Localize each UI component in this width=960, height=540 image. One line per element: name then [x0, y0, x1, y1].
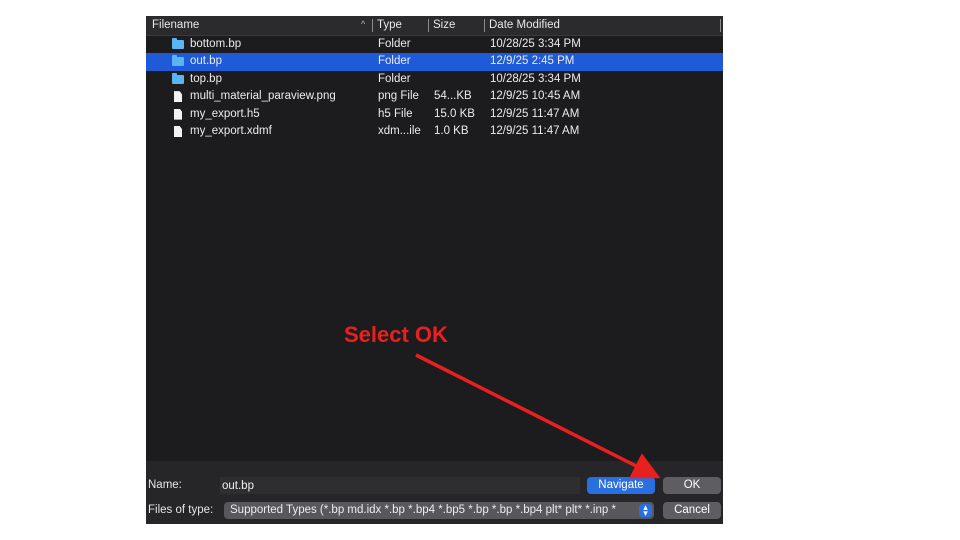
- folder-icon: [172, 55, 184, 67]
- column-header-size[interactable]: Size: [433, 19, 455, 31]
- file-size: 54...KB: [434, 90, 472, 103]
- file-icon: [172, 108, 184, 120]
- column-header-date-modified[interactable]: Date Modified: [489, 19, 560, 31]
- file-icon: [172, 91, 184, 103]
- file-dialog: Filename ^ Type Size Date Modified botto…: [146, 16, 723, 524]
- file-size: 15.0 KB: [434, 107, 475, 120]
- file-name: out.bp: [190, 55, 222, 68]
- file-name: my_export.h5: [190, 107, 260, 120]
- name-input[interactable]: [220, 477, 580, 494]
- column-divider[interactable]: [484, 19, 485, 32]
- file-row[interactable]: my_export.h5 h5 File 15.0 KB 12/9/25 11:…: [146, 106, 723, 123]
- column-header-type[interactable]: Type: [377, 19, 402, 31]
- files-of-type-label: Files of type:: [148, 504, 214, 516]
- navigate-button[interactable]: Navigate: [587, 477, 655, 494]
- file-name: my_export.xdmf: [190, 124, 272, 137]
- column-divider[interactable]: [372, 19, 373, 32]
- annotation-text: Select OK: [344, 322, 448, 347]
- ok-button[interactable]: OK: [663, 477, 721, 494]
- dialog-bottom-bar: Name: Navigate OK Files of type: Support…: [146, 461, 723, 524]
- file-date: 10/28/25 3:34 PM: [490, 38, 581, 50]
- file-row-selected[interactable]: out.bp Folder 12/9/25 2:45 PM: [146, 53, 723, 71]
- file-row[interactable]: my_export.xdmf xdm...ile 1.0 KB 12/9/25 …: [146, 123, 723, 140]
- files-of-type-select[interactable]: Supported Types (*.bp md.idx *.bp *.bp4 …: [224, 502, 654, 519]
- list-header: Filename ^ Type Size Date Modified: [146, 16, 723, 36]
- cancel-button[interactable]: Cancel: [663, 502, 721, 519]
- column-divider[interactable]: [428, 19, 429, 32]
- file-row[interactable]: bottom.bp Folder 10/28/25 3:34 PM: [146, 36, 723, 53]
- folder-icon: [172, 38, 184, 50]
- file-date: 12/9/25 2:45 PM: [490, 55, 575, 68]
- file-row[interactable]: top.bp Folder 10/28/25 3:34 PM: [146, 71, 723, 88]
- files-of-type-value: Supported Types (*.bp md.idx *.bp *.bp4 …: [230, 504, 616, 516]
- file-date: 12/9/25 11:47 AM: [490, 124, 580, 137]
- file-rows: bottom.bp Folder 10/28/25 3:34 PM out.bp…: [146, 36, 723, 140]
- sort-ascending-icon[interactable]: ^: [361, 19, 365, 29]
- file-name: multi_material_paraview.png: [190, 90, 336, 103]
- file-name: top.bp: [190, 72, 222, 85]
- file-list[interactable]: Filename ^ Type Size Date Modified botto…: [146, 16, 723, 461]
- name-label: Name:: [148, 479, 182, 491]
- file-type: Folder: [378, 72, 411, 85]
- file-icon: [172, 125, 184, 137]
- file-type: xdm...ile: [378, 124, 421, 137]
- chevron-up-down-icon: ▴ ▾: [639, 503, 652, 518]
- file-date: 12/9/25 10:45 AM: [490, 90, 581, 103]
- folder-icon: [172, 72, 184, 85]
- file-type: Folder: [378, 38, 411, 50]
- file-row[interactable]: multi_material_paraview.png png File 54.…: [146, 88, 723, 105]
- file-type: h5 File: [378, 107, 413, 120]
- file-type: png File: [378, 90, 419, 103]
- file-date: 12/9/25 11:47 AM: [490, 107, 580, 120]
- column-header-filename[interactable]: Filename: [152, 19, 199, 31]
- file-size: 1.0 KB: [434, 124, 469, 137]
- file-name: bottom.bp: [190, 38, 242, 50]
- file-type: Folder: [378, 55, 411, 68]
- column-divider: [720, 19, 721, 32]
- file-date: 10/28/25 3:34 PM: [490, 72, 581, 85]
